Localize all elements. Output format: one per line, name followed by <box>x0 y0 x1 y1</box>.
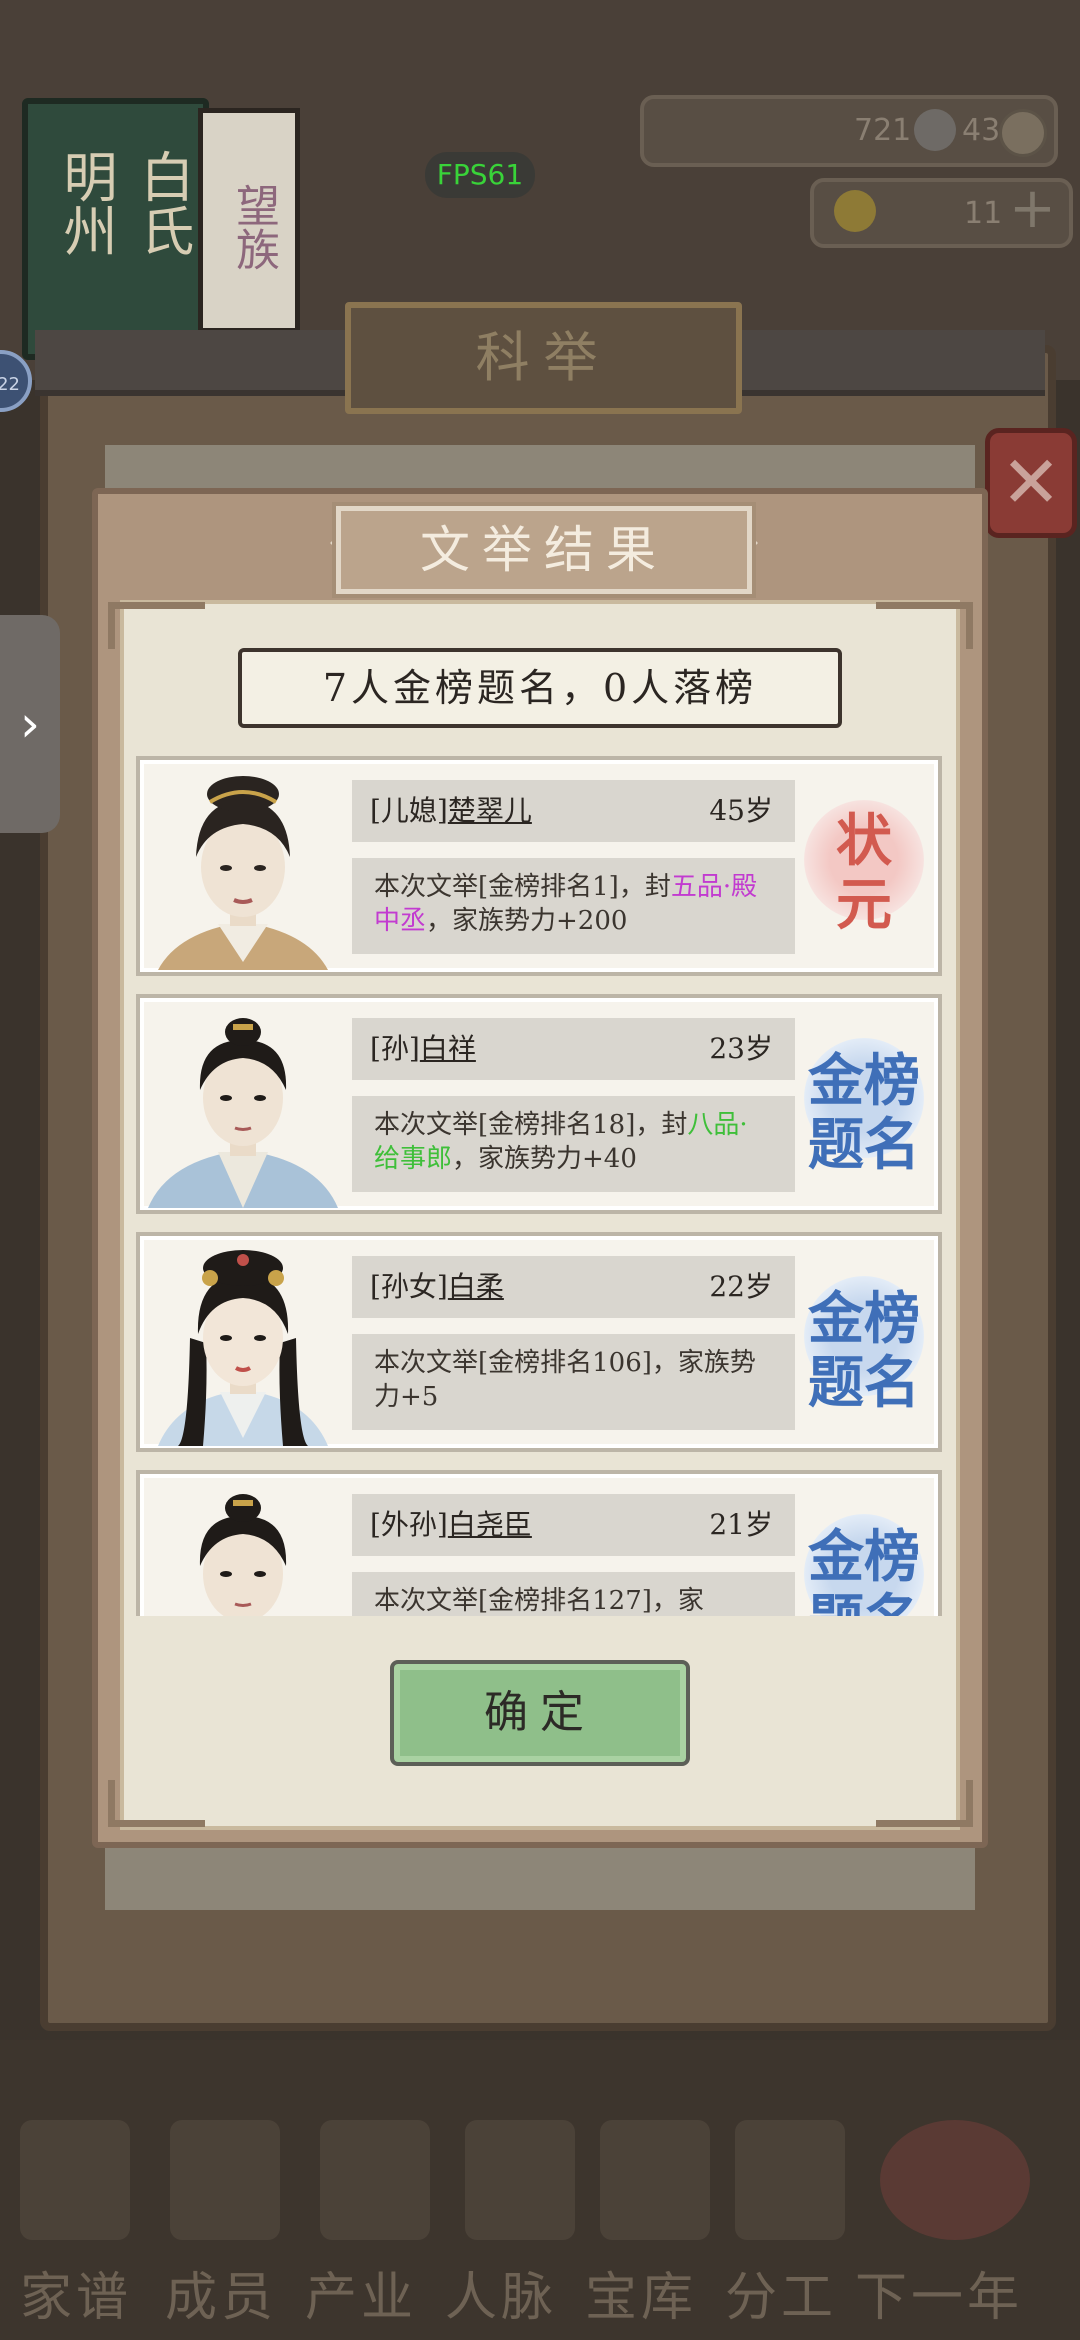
result-description: 本次文举[金榜排名1]，封五品·殿中丞，家族势力+200 <box>352 858 795 954</box>
member-relation: [儿媳] <box>370 794 448 827</box>
member-age: 21岁 <box>709 1508 773 1541</box>
member-age: 23岁 <box>709 1032 773 1065</box>
result-card: [孙]白祥 23岁 本次文举[金榜排名18]，封八品·给事郎，家族势力+40 金… <box>136 994 942 1214</box>
clan-location: 明州 <box>54 149 117 257</box>
gold-ingot-icon <box>834 190 876 232</box>
portrait-avatar <box>148 1010 338 1208</box>
nav-industry[interactable]: 产业 <box>305 2255 417 2330</box>
corner-ornament <box>108 1780 205 1827</box>
result-card: [孙女]白柔 22岁 本次文举[金榜排名106]，家族势力+5 金榜 题名 <box>136 1232 942 1452</box>
stamp-text-2: 题名 <box>808 1576 920 1616</box>
member-relation: [孙] <box>370 1032 420 1065</box>
member-info-bar: [孙女]白柔 22岁 <box>352 1256 795 1318</box>
result-description: 本次文举[金榜排名127]，家 <box>352 1572 795 1616</box>
result-text-suffix: ，家族势力+200 <box>426 906 628 936</box>
nav-network[interactable]: 人脉 <box>445 2255 557 2330</box>
member-name[interactable]: 白尧臣 <box>448 1508 532 1541</box>
corner-ornament <box>876 1780 973 1827</box>
nav-members-icon <box>170 2120 280 2240</box>
zhuangyuan-stamp: 状 元 <box>800 790 928 940</box>
result-text: 本次文举[金榜排名106]，家族势力+5 <box>374 1348 756 1412</box>
member-age: 45岁 <box>709 794 773 827</box>
resource-value-2: 43 <box>962 113 1001 148</box>
stamp-text-2: 题名 <box>808 1112 920 1178</box>
result-text: 本次文举[金榜排名127]，家 <box>374 1586 704 1616</box>
stamp-text-2: 题名 <box>808 1350 920 1416</box>
confirm-button[interactable]: 确定 <box>390 1660 690 1766</box>
nav-next-year-icon <box>880 2120 1030 2240</box>
add-gold-icon[interactable]: + <box>1009 176 1056 241</box>
clan-rank-plaque: 望族 <box>198 108 300 333</box>
exam-title: 科举 <box>345 302 742 414</box>
result-text: 本次文举[金榜排名1]，封 <box>374 872 671 902</box>
jinbang-stamp: 金榜 题名 <box>800 1504 928 1616</box>
side-expand-tab[interactable]: › <box>0 615 60 833</box>
nav-genealogy[interactable]: 家谱 <box>20 2255 132 2330</box>
gold-value: 11 <box>964 196 1003 231</box>
result-description: 本次文举[金榜排名18]，封八品·给事郎，家族势力+40 <box>352 1096 795 1192</box>
fps-counter: FPS61 <box>425 152 535 198</box>
nav-genealogy-icon <box>20 2120 130 2240</box>
nav-members[interactable]: 成员 <box>165 2255 277 2330</box>
clan-surname: 白氏 <box>131 149 194 257</box>
jinbang-stamp: 金榜 题名 <box>800 1028 928 1178</box>
member-relation: [孙女] <box>370 1270 448 1303</box>
result-text: 本次文举[金榜排名18]，封 <box>374 1110 688 1140</box>
result-card: [外孙]白尧臣 21岁 本次文举[金榜排名127]，家 金榜 题名 <box>136 1470 942 1616</box>
result-card: [儿媳]楚翠儿 45岁 本次文举[金榜排名1]，封五品·殿中丞，家族势力+200… <box>136 756 942 976</box>
corner-ornament <box>108 602 205 649</box>
nav-industry-icon <box>320 2120 430 2240</box>
portrait-avatar <box>148 772 338 970</box>
member-name[interactable]: 白祥 <box>420 1032 476 1065</box>
corner-ornament <box>876 602 973 649</box>
nav-treasury[interactable]: 宝库 <box>585 2255 697 2330</box>
coin-icon <box>999 109 1047 157</box>
resource-value-1: 721 <box>854 113 912 148</box>
result-list[interactable]: [儿媳]楚翠儿 45岁 本次文举[金榜排名1]，封五品·殿中丞，家族势力+200… <box>134 752 946 1616</box>
nav-division[interactable]: 分工 <box>725 2255 837 2330</box>
clan-rank: 望族 <box>228 183 279 271</box>
member-age: 22岁 <box>709 1270 773 1303</box>
member-info-bar: [孙]白祥 23岁 <box>352 1018 795 1080</box>
portrait-avatar <box>148 1248 338 1446</box>
result-description: 本次文举[金榜排名106]，家族势力+5 <box>352 1334 795 1430</box>
member-info-bar: [外孙]白尧臣 21岁 <box>352 1494 795 1556</box>
resource-bar: 721 43 <box>640 95 1058 167</box>
portrait-avatar <box>148 1486 338 1616</box>
ticket-icon <box>914 109 956 151</box>
nav-division-icon <box>735 2120 845 2240</box>
stamp-text-2: 元 <box>836 872 892 938</box>
dialog-title: 文举结果 <box>336 506 752 594</box>
chevron-right-icon: › <box>20 695 40 753</box>
member-relation: [外孙] <box>370 1508 448 1541</box>
close-button[interactable]: ✕ <box>985 428 1077 538</box>
member-name[interactable]: 楚翠儿 <box>448 794 532 827</box>
nav-treasury-icon <box>600 2120 710 2240</box>
member-name[interactable]: 白柔 <box>448 1270 504 1303</box>
gold-bar: 11 + <box>810 176 1073 248</box>
nav-network-icon <box>465 2120 575 2240</box>
nav-next-year[interactable]: 下一年 <box>855 2255 1023 2330</box>
member-info-bar: [儿媳]楚翠儿 45岁 <box>352 780 795 842</box>
result-summary: 7人金榜题名，0人落榜 <box>238 648 842 728</box>
jinbang-stamp: 金榜 题名 <box>800 1266 928 1416</box>
clan-banner: 明州 白氏 <box>22 98 209 360</box>
result-text-suffix: ，家族势力+40 <box>452 1144 637 1174</box>
